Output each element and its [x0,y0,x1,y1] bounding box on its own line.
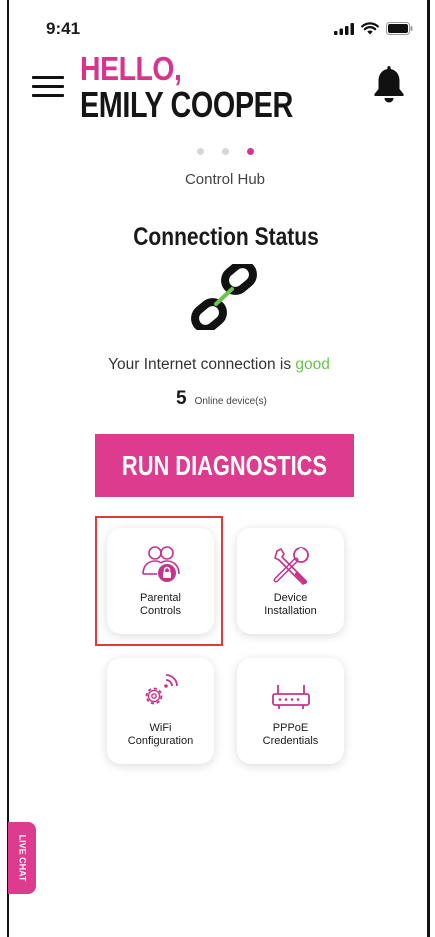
greeting-text: HELLO, [80,50,182,87]
run-diagnostics-label: RUN DIAGNOSTICS [121,449,328,481]
pager-dot[interactable] [222,148,229,155]
pager-dots[interactable] [197,148,254,155]
carousel-title: Control Hub [184,171,266,188]
wifi-settings-gear-icon [145,674,178,705]
user-name: EMILY COOPER [80,84,293,125]
tools-icon [273,547,309,585]
pager-dot-active[interactable] [247,148,254,155]
pager-dot[interactable] [197,148,204,155]
connection-status-title: Connection Status [133,223,319,251]
device-installation-label-line2: Installation [264,605,317,617]
hamburger-menu-icon[interactable] [32,76,64,98]
battery-icon [386,22,413,35]
pppoe-credentials-label-line2: Credentials [262,735,319,747]
selection-highlight-box [95,516,223,646]
wifi-configuration-tile[interactable]: WiFi Configuration [107,658,214,764]
screen-border-left [7,0,9,937]
cellular-signal-icon [334,22,354,35]
internet-status-value: good [295,356,330,373]
online-device-count: 5 [176,388,187,409]
chain-link-icon [191,264,257,330]
pppoe-credentials-tile[interactable]: PPPoE Credentials [237,658,344,764]
online-device-label: Online device(s) [194,396,267,407]
wifi-configuration-label-line1: WiFi [149,722,172,734]
wifi-configuration-label-line2: Configuration [127,735,194,747]
wifi-status-icon [361,22,379,35]
online-devices: 5 Online device(s) [176,388,267,410]
internet-status-message: Your Internet connection is good [0,356,435,374]
pppoe-credentials-label-line1: PPPoE [272,722,309,734]
internet-status-prefix: Your Internet connection is [108,356,292,373]
status-time: 9:41 [46,19,81,38]
device-installation-label-line1: Device [273,592,308,604]
notification-bell-icon[interactable] [371,64,407,104]
device-installation-tile[interactable]: Device Installation [237,528,344,634]
screen-border-right [427,0,430,937]
status-icons [334,22,413,35]
pppoe-credentials-label: PPPoE Credentials [237,722,344,748]
live-chat-label: LIVE CHAT [17,834,27,882]
run-diagnostics-button[interactable]: RUN DIAGNOSTICS [95,434,354,497]
wifi-configuration-label: WiFi Configuration [107,722,214,748]
live-chat-tab[interactable]: LIVE CHAT [8,822,36,894]
device-installation-label: Device Installation [237,592,344,618]
router-icon [271,685,310,709]
